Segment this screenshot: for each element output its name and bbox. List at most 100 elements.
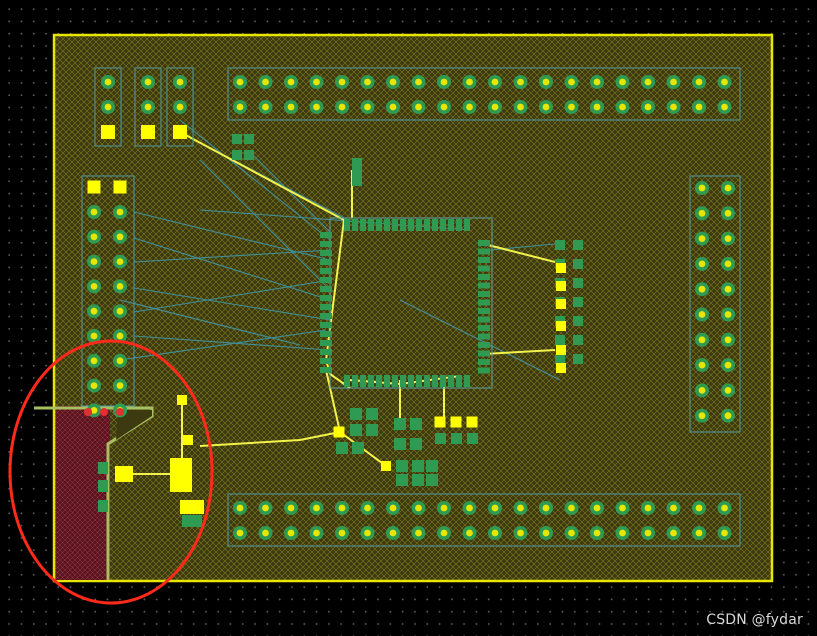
through-hole-pad-icon[interactable]: [258, 75, 273, 89]
through-hole-pad-icon[interactable]: [113, 254, 127, 269]
through-hole-pad-icon[interactable]: [411, 75, 426, 89]
smd-pad-icon[interactable]: [333, 426, 345, 438]
through-hole-pad-icon[interactable]: [641, 526, 655, 540]
smd-pad-icon[interactable]: [434, 416, 446, 428]
through-hole-pad-icon[interactable]: [721, 282, 735, 297]
through-hole-pad-icon[interactable]: [309, 100, 324, 114]
through-hole-pad-icon[interactable]: [360, 100, 375, 114]
through-hole-pad-icon[interactable]: [695, 282, 709, 297]
through-hole-pad-icon[interactable]: [284, 100, 298, 114]
through-hole-pad-icon[interactable]: [284, 501, 298, 515]
through-hole-pad-icon[interactable]: [386, 75, 400, 89]
through-hole-pad-icon[interactable]: [666, 501, 681, 515]
through-hole-pad-icon[interactable]: [488, 75, 502, 89]
through-hole-pad-icon[interactable]: [462, 100, 477, 114]
through-hole-pad-icon[interactable]: [666, 75, 681, 89]
through-hole-pad-icon[interactable]: [590, 526, 604, 540]
through-hole-pad-icon[interactable]: [113, 304, 127, 319]
pcb-layout-canvas[interactable]: [0, 0, 817, 636]
through-hole-pad-icon[interactable]: [692, 75, 706, 89]
through-hole-pad-icon[interactable]: [692, 526, 706, 540]
through-hole-pad-icon[interactable]: [258, 526, 273, 540]
through-hole-pad-icon[interactable]: [437, 526, 451, 540]
smd-pad-icon[interactable]: [450, 416, 462, 428]
through-hole-pad-icon[interactable]: [335, 100, 349, 114]
through-hole-pad-icon[interactable]: [87, 353, 101, 368]
through-hole-pad-icon[interactable]: [437, 501, 451, 515]
through-hole-pad-icon[interactable]: [692, 501, 706, 515]
through-hole-pad-icon[interactable]: [284, 526, 298, 540]
through-hole-pad-icon[interactable]: [615, 75, 630, 89]
through-hole-pad-icon[interactable]: [615, 526, 630, 540]
through-hole-pad-icon[interactable]: [360, 526, 375, 540]
through-hole-pad-icon[interactable]: [87, 205, 101, 219]
smd-pad-icon[interactable]: [556, 345, 566, 355]
through-hole-pad-icon[interactable]: [695, 307, 709, 322]
smd-pad-icon[interactable]: [556, 321, 566, 331]
through-hole-pad-icon[interactable]: [411, 501, 426, 515]
through-hole-pad-icon[interactable]: [564, 75, 579, 89]
through-hole-pad-icon[interactable]: [513, 75, 528, 89]
through-hole-pad-icon[interactable]: [590, 75, 604, 89]
through-hole-pad-icon[interactable]: [721, 307, 735, 322]
through-hole-pad-icon[interactable]: [513, 100, 528, 114]
smd-pad-icon[interactable]: [556, 299, 566, 309]
smd-pad-icon[interactable]: [177, 395, 187, 405]
through-hole-pad-icon[interactable]: [101, 75, 115, 89]
smd-pad-icon[interactable]: [101, 125, 115, 139]
through-hole-pad-icon[interactable]: [360, 75, 375, 89]
through-hole-pad-icon[interactable]: [309, 526, 324, 540]
through-hole-pad-icon[interactable]: [488, 100, 502, 114]
through-hole-pad-icon[interactable]: [590, 501, 604, 515]
through-hole-pad-icon[interactable]: [233, 501, 247, 515]
through-hole-pad-icon[interactable]: [666, 100, 681, 114]
through-hole-pad-icon[interactable]: [113, 279, 127, 294]
through-hole-pad-icon[interactable]: [258, 100, 273, 114]
through-hole-pad-icon[interactable]: [113, 229, 127, 244]
through-hole-pad-icon[interactable]: [335, 526, 349, 540]
through-hole-pad-icon[interactable]: [564, 501, 579, 515]
through-hole-pad-icon[interactable]: [309, 75, 324, 89]
through-hole-pad-icon[interactable]: [309, 501, 324, 515]
through-hole-pad-icon[interactable]: [462, 501, 477, 515]
through-hole-pad-icon[interactable]: [692, 100, 706, 114]
through-hole-pad-icon[interactable]: [641, 501, 655, 515]
through-hole-pad-icon[interactable]: [590, 100, 604, 114]
through-hole-pad-icon[interactable]: [113, 353, 127, 368]
through-hole-pad-icon[interactable]: [564, 100, 579, 114]
through-hole-pad-icon[interactable]: [717, 501, 732, 515]
through-hole-pad-icon[interactable]: [721, 408, 735, 423]
through-hole-pad-icon[interactable]: [386, 501, 400, 515]
through-hole-pad-icon[interactable]: [695, 231, 709, 246]
through-hole-pad-icon[interactable]: [695, 206, 709, 221]
through-hole-pad-icon[interactable]: [666, 526, 681, 540]
through-hole-pad-icon[interactable]: [258, 501, 273, 515]
through-hole-pad-icon[interactable]: [113, 378, 127, 393]
through-hole-pad-icon[interactable]: [721, 181, 735, 195]
through-hole-pad-icon[interactable]: [233, 526, 247, 540]
through-hole-pad-icon[interactable]: [721, 383, 735, 398]
through-hole-pad-icon[interactable]: [233, 100, 247, 114]
through-hole-pad-icon[interactable]: [386, 100, 400, 114]
through-hole-pad-icon[interactable]: [721, 358, 735, 373]
smd-pad-icon[interactable]: [141, 125, 155, 139]
through-hole-pad-icon[interactable]: [87, 229, 101, 244]
through-hole-pad-icon[interactable]: [488, 526, 502, 540]
through-hole-pad-icon[interactable]: [87, 304, 101, 319]
through-hole-pad-icon[interactable]: [615, 100, 630, 114]
through-hole-pad-icon[interactable]: [87, 254, 101, 269]
through-hole-pad-icon[interactable]: [411, 100, 426, 114]
smd-pad-icon[interactable]: [173, 125, 187, 139]
through-hole-pad-icon[interactable]: [695, 408, 709, 423]
through-hole-pad-icon[interactable]: [539, 75, 553, 89]
through-hole-pad-icon[interactable]: [233, 75, 247, 89]
through-hole-pad-icon[interactable]: [513, 501, 528, 515]
smd-pad-icon[interactable]: [556, 281, 566, 291]
through-hole-pad-icon[interactable]: [173, 100, 187, 114]
through-hole-pad-icon[interactable]: [101, 100, 115, 114]
through-hole-pad-icon[interactable]: [462, 75, 477, 89]
smd-pad-icon[interactable]: [113, 180, 127, 194]
through-hole-pad-icon[interactable]: [386, 526, 400, 540]
through-hole-pad-icon[interactable]: [141, 100, 155, 114]
through-hole-pad-icon[interactable]: [488, 501, 502, 515]
